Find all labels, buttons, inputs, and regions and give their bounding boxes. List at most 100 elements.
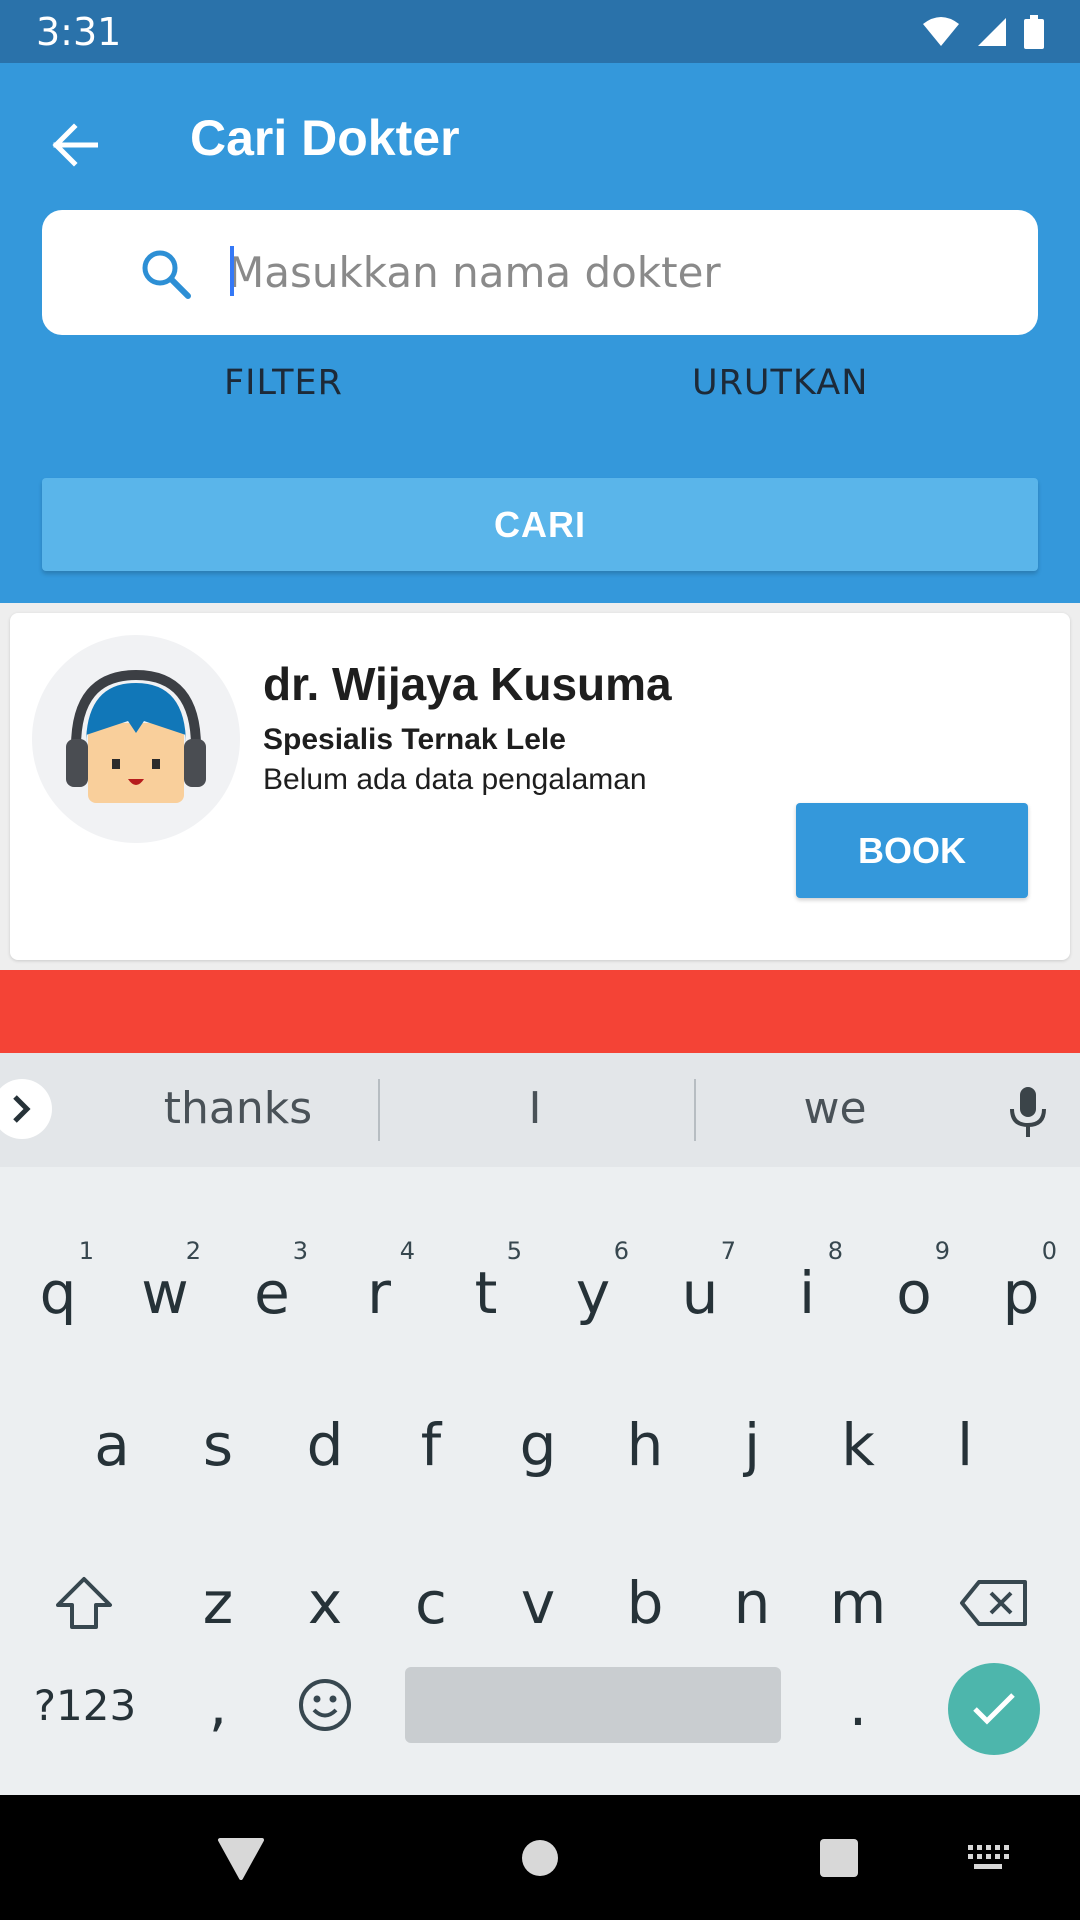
key-label: t (474, 1259, 498, 1327)
navigation-bar (0, 1795, 1080, 1920)
nav-home-button[interactable] (513, 1831, 567, 1885)
key-hint: 5 (506, 1237, 522, 1265)
key-m[interactable]: m (808, 1553, 908, 1653)
key-a[interactable]: a (62, 1395, 162, 1495)
filter-button[interactable]: FILTER (224, 363, 343, 403)
key-hint: 7 (720, 1237, 736, 1265)
enter-key[interactable] (948, 1663, 1040, 1755)
chevron-right-icon (13, 1095, 31, 1123)
microphone-icon[interactable] (1004, 1085, 1052, 1139)
key-t[interactable]: t5 (436, 1237, 536, 1343)
suggestion-strip: thanks I we (0, 1053, 1080, 1167)
key-label: y (575, 1259, 611, 1327)
shift-key[interactable] (34, 1553, 134, 1653)
page-title: Cari Dokter (190, 110, 460, 166)
shift-icon (56, 1577, 112, 1629)
triangle-down-icon (218, 1838, 264, 1880)
status-icons (922, 14, 1044, 50)
suggestion-3[interactable]: we (705, 1083, 965, 1134)
key-label: e (254, 1259, 290, 1327)
key-k[interactable]: k (808, 1395, 908, 1495)
key-j[interactable]: j (702, 1395, 802, 1495)
suggestion-divider (694, 1079, 696, 1141)
key-c[interactable]: c (381, 1553, 481, 1653)
back-button[interactable] (40, 111, 108, 179)
key-z[interactable]: z (168, 1553, 268, 1653)
nav-back-button[interactable] (214, 1831, 268, 1885)
space-key[interactable] (405, 1667, 781, 1743)
text-cursor (230, 246, 234, 296)
emoji-key[interactable] (275, 1655, 375, 1755)
suggestion-expand-button[interactable] (0, 1079, 52, 1139)
soft-keyboard: thanks I we q1 w2 e3 r4 t5 y6 u7 i8 o9 p… (0, 1053, 1080, 1795)
key-o[interactable]: o9 (864, 1237, 964, 1343)
key-d[interactable]: d (275, 1395, 375, 1495)
arrow-left-icon (52, 123, 98, 167)
search-box[interactable] (42, 210, 1038, 335)
doctor-specialty: Spesialis Ternak Lele (263, 723, 566, 756)
key-hint: 3 (292, 1237, 308, 1265)
circle-icon (522, 1840, 558, 1876)
key-label: w (141, 1259, 189, 1327)
key-v[interactable]: v (488, 1553, 588, 1653)
key-label: o (896, 1259, 932, 1327)
key-hint: 1 (78, 1237, 94, 1265)
doctor-card[interactable]: dr. Wijaya Kusuma Spesialis Ternak Lele … (10, 613, 1070, 960)
suggestion-divider (378, 1079, 380, 1141)
doctor-avatar-icon (66, 669, 206, 803)
battery-icon (1024, 15, 1044, 49)
key-l[interactable]: l (915, 1395, 1015, 1495)
emoji-icon (299, 1679, 351, 1731)
key-hint: 6 (613, 1237, 629, 1265)
key-h[interactable]: h (595, 1395, 695, 1495)
key-label: i (798, 1259, 816, 1327)
key-x[interactable]: x (275, 1553, 375, 1653)
key-label: r (367, 1259, 391, 1327)
keyboard-icon (968, 1845, 1009, 1869)
key-label: u (681, 1259, 719, 1327)
book-button[interactable]: BOOK (796, 803, 1028, 898)
doctor-experience: Belum ada data pengalaman (263, 763, 647, 796)
key-y[interactable]: y6 (543, 1237, 643, 1343)
key-b[interactable]: b (595, 1553, 695, 1653)
key-hint: 2 (185, 1237, 201, 1265)
key-i[interactable]: i8 (757, 1237, 857, 1343)
nav-recents-button[interactable] (812, 1831, 866, 1885)
doctor-avatar (32, 635, 240, 843)
status-time: 3:31 (36, 10, 122, 54)
app-header: Cari Dokter FILTER URUTKAN CARI (0, 63, 1080, 603)
search-button[interactable]: CARI (42, 478, 1038, 571)
key-r[interactable]: r4 (329, 1237, 429, 1343)
key-q[interactable]: q1 (8, 1237, 108, 1343)
comma-key[interactable]: , (168, 1655, 268, 1755)
key-f[interactable]: f (381, 1395, 481, 1495)
suggestion-1[interactable]: thanks (108, 1083, 368, 1134)
key-s[interactable]: s (168, 1395, 268, 1495)
key-u[interactable]: u7 (650, 1237, 750, 1343)
key-g[interactable]: g (488, 1395, 588, 1495)
backspace-icon (960, 1580, 1027, 1626)
suggestion-2[interactable]: I (405, 1083, 665, 1134)
key-n[interactable]: n (702, 1553, 802, 1653)
key-e[interactable]: e3 (222, 1237, 322, 1343)
wifi-icon (923, 17, 959, 46)
backspace-key[interactable] (944, 1553, 1044, 1653)
search-input[interactable] (228, 234, 988, 310)
status-bar: 3:31 (0, 0, 1080, 63)
doctor-list: dr. Wijaya Kusuma Spesialis Ternak Lele … (0, 603, 1080, 970)
key-hint: 9 (934, 1237, 950, 1265)
period-key[interactable]: . (808, 1655, 908, 1755)
sort-button[interactable]: URUTKAN (692, 363, 868, 403)
signal-icon (978, 18, 1006, 46)
square-icon (820, 1839, 858, 1877)
key-label: p (1002, 1259, 1040, 1327)
doctor-name: dr. Wijaya Kusuma (263, 658, 672, 710)
key-hint: 0 (1041, 1237, 1057, 1265)
key-hint: 8 (827, 1237, 843, 1265)
check-icon (973, 1693, 1015, 1725)
key-p[interactable]: p0 (971, 1237, 1071, 1343)
search-icon (142, 250, 191, 299)
key-w[interactable]: w2 (115, 1237, 215, 1343)
symbols-key[interactable]: ?123 (20, 1655, 150, 1755)
nav-keyboard-button[interactable] (961, 1831, 1015, 1885)
